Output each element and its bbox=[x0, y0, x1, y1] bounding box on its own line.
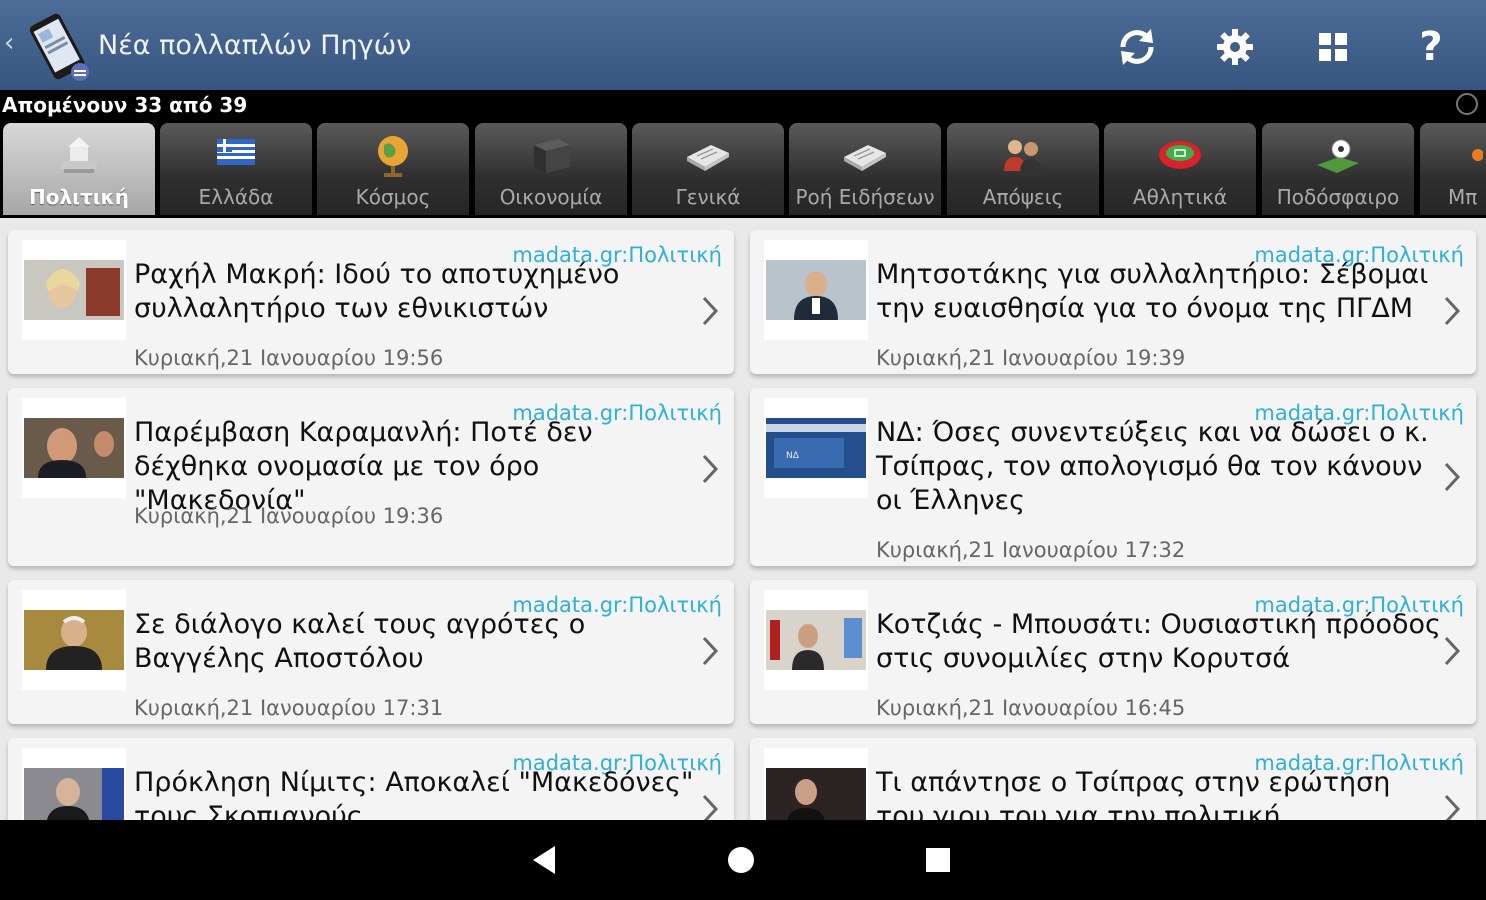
chevron-right-icon[interactable] bbox=[700, 452, 720, 486]
chevron-right-icon[interactable] bbox=[1442, 294, 1462, 328]
article-thumbnail bbox=[22, 748, 126, 820]
tab-label: Μπ bbox=[1448, 185, 1478, 209]
greek-flag-icon bbox=[217, 139, 255, 165]
chevron-right-icon[interactable] bbox=[1442, 792, 1462, 820]
tab-opinions[interactable]: Απόψεις bbox=[947, 123, 1099, 215]
football-icon bbox=[1317, 139, 1359, 173]
article-card[interactable]: madata.gr:Πολιτική Κοτζιάς - Μπουσάτι: Ο… bbox=[750, 580, 1476, 724]
loading-indicator-icon bbox=[1456, 93, 1478, 115]
article-title[interactable]: Μητσοτάκης για συλλαλητήριο: Σέβομαι την… bbox=[876, 258, 1444, 326]
tab-label: Ποδόσφαιρο bbox=[1276, 185, 1400, 209]
article-card[interactable]: madata.gr:Πολιτική Παρέμβαση Καραμανλή: … bbox=[8, 388, 734, 566]
article-thumbnail: ΝΔ bbox=[764, 398, 868, 498]
people-icon bbox=[1004, 140, 1042, 173]
category-tabs: Πολιτική Ελλάδα Κόσμος Οικονομία Γενικά … bbox=[0, 120, 1486, 218]
globe-icon bbox=[378, 136, 408, 177]
chevron-right-icon[interactable] bbox=[700, 634, 720, 668]
article-card[interactable]: madata.gr:Πολιτική Τι απάντησε ο Τσίπρας… bbox=[750, 738, 1476, 820]
basketball-icon bbox=[1472, 149, 1483, 161]
app-title: Νέα πολλαπλών Πηγών bbox=[98, 30, 412, 61]
article-title[interactable]: Κοτζιάς - Μπουσάτι: Ουσιαστική πρόοδος σ… bbox=[876, 608, 1444, 676]
tab-label: Πολιτική bbox=[29, 185, 129, 209]
chevron-right-icon[interactable] bbox=[1442, 634, 1462, 668]
article-card[interactable]: madata.gr:Πολιτική Ραχήλ Μακρή: Ιδού το … bbox=[8, 230, 734, 374]
article-thumbnail bbox=[22, 590, 126, 690]
article-title[interactable]: Τι απάντησε ο Τσίπρας στην ερώτηση του γ… bbox=[876, 766, 1444, 820]
article-thumbnail bbox=[22, 398, 126, 498]
chevron-right-icon[interactable] bbox=[700, 792, 720, 820]
tab-label: Αθλητικά bbox=[1132, 185, 1228, 209]
article-title[interactable]: Ραχήλ Μακρή: Ιδού το αποτυχημένο συλλαλη… bbox=[134, 258, 702, 326]
refresh-icon[interactable] bbox=[1110, 20, 1164, 74]
tab-label: Ελλάδα bbox=[198, 185, 274, 209]
article-title[interactable]: Πρόκληση Νίμιτς: Αποκαλεί "Μακεδόνες" το… bbox=[134, 766, 702, 820]
tab-label: Οικονομία bbox=[499, 185, 603, 209]
article-thumbnail bbox=[764, 590, 868, 690]
newspaper-icon bbox=[687, 145, 729, 171]
chevron-right-icon[interactable] bbox=[1442, 460, 1462, 494]
article-date: Κυριακή,21 Ιανουαρίου 17:32 bbox=[876, 538, 1186, 562]
remaining-count: Απομένουν 33 από 39 bbox=[2, 93, 248, 117]
tab-label: Απόψεις bbox=[982, 185, 1064, 209]
article-card[interactable]: madata.gr:Πολιτική Σε διάλογο καλεί τους… bbox=[8, 580, 734, 724]
tab-general[interactable]: Γενικά bbox=[632, 123, 784, 215]
tab-sports[interactable]: Αθλητικά bbox=[1104, 123, 1256, 215]
chevron-right-icon[interactable] bbox=[700, 294, 720, 328]
article-feed[interactable]: madata.gr:Πολιτική Ραχήλ Μακρή: Ιδού το … bbox=[0, 218, 1486, 820]
article-date: Κυριακή,21 Ιανουαρίου 17:31 bbox=[134, 696, 444, 720]
nav-recents-icon[interactable] bbox=[918, 840, 958, 880]
article-title[interactable]: Σε διάλογο καλεί τους αγρότες ο Βαγγέλης… bbox=[134, 608, 702, 676]
tab-world[interactable]: Κόσμος bbox=[317, 123, 469, 215]
nav-home-icon[interactable] bbox=[721, 840, 761, 880]
tab-greece[interactable]: Ελλάδα bbox=[160, 123, 312, 215]
tab-label: Γενικά bbox=[675, 185, 741, 209]
tab-football[interactable]: Ποδόσφαιρο bbox=[1262, 123, 1414, 215]
article-thumbnail bbox=[764, 748, 868, 820]
grid-icon[interactable] bbox=[1306, 20, 1360, 74]
nav-back-icon[interactable] bbox=[525, 840, 565, 880]
tab-politics[interactable]: Πολιτική bbox=[3, 123, 155, 215]
newspaper-icon bbox=[844, 145, 886, 171]
app-bar: ‹ Νέα πολλαπλών Πηγών ? bbox=[0, 0, 1486, 90]
remaining-bar: Απομένουν 33 από 39 bbox=[0, 90, 1486, 120]
tab-economy[interactable]: Οικονομία bbox=[475, 123, 627, 215]
safe-icon bbox=[534, 139, 570, 173]
tab-news-feed[interactable]: Ροή Ειδήσεων bbox=[789, 123, 941, 215]
article-card[interactable]: madata.gr:Πολιτική Πρόκληση Νίμιτς: Αποκ… bbox=[8, 738, 734, 820]
help-icon[interactable]: ? bbox=[1404, 20, 1458, 74]
system-nav-bar bbox=[0, 820, 1486, 900]
article-card[interactable]: ΝΔ madata.gr:Πολιτική ΝΔ: Όσες συνεντεύξ… bbox=[750, 388, 1476, 566]
article-thumbnail bbox=[764, 240, 868, 340]
parliament-icon bbox=[60, 137, 98, 173]
stadium-icon bbox=[1159, 141, 1201, 169]
article-date: Κυριακή,21 Ιανουαρίου 19:39 bbox=[876, 346, 1186, 370]
svg-text:ΝΔ: ΝΔ bbox=[786, 451, 800, 461]
tab-basketball[interactable]: Μπ bbox=[1420, 123, 1486, 215]
article-date: Κυριακή,21 Ιανουαρίου 16:45 bbox=[876, 696, 1186, 720]
article-thumbnail bbox=[22, 240, 126, 340]
tab-label: Κόσμος bbox=[355, 185, 431, 209]
article-card[interactable]: madata.gr:Πολιτική Μητσοτάκης για συλλαλ… bbox=[750, 230, 1476, 374]
tab-label: Ροή Ειδήσεων bbox=[795, 185, 935, 209]
app-logo-icon[interactable] bbox=[22, 10, 94, 82]
article-date: Κυριακή,21 Ιανουαρίου 19:56 bbox=[134, 346, 444, 370]
article-date: Κυριακή,21 Ιανουαρίου 19:36 bbox=[134, 504, 444, 528]
article-title[interactable]: ΝΔ: Όσες συνεντεύξεις και να δώσει ο κ. … bbox=[876, 416, 1444, 518]
back-chevron-icon[interactable]: ‹ bbox=[4, 30, 14, 56]
gear-icon[interactable] bbox=[1208, 20, 1262, 74]
